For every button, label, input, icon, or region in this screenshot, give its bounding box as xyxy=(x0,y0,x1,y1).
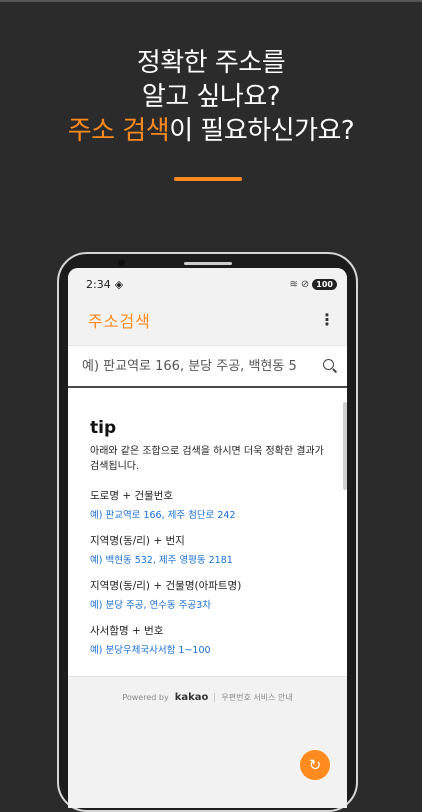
footer-separator xyxy=(214,692,216,702)
search-bar xyxy=(68,345,347,388)
refresh-button[interactable]: ↻ xyxy=(300,750,330,780)
more-vert-icon[interactable]: ⋮ xyxy=(319,312,335,328)
tip-description: 아래와 같은 조합으로 검색을 하시면 더욱 정확한 결과가 검색됩니다. xyxy=(90,446,324,472)
hero-line-2: 알고 싶나요? xyxy=(141,82,281,112)
example-label-pobox: 사서함명 + 번호 xyxy=(90,625,164,637)
tip-title: tip xyxy=(90,418,117,438)
battery-icon: 100 xyxy=(312,278,337,290)
speaker-grille xyxy=(184,262,232,265)
example-label-road: 도로명 + 건물번호 xyxy=(90,490,174,502)
scrollbar[interactable] xyxy=(343,402,347,490)
example-label-lot: 지역명(동/리) + 번지 xyxy=(90,535,185,547)
footer: Powered by kakao 우편번호 서비스 안내 xyxy=(68,676,347,717)
hero-text: 정확한 주소를 알고 싶나요? 주소 검색이 필요하신가요? xyxy=(0,46,422,148)
front-camera xyxy=(118,259,125,266)
hero-accent-divider xyxy=(174,177,242,181)
example-value-building: 예) 분당 주공, 연수동 주공3차 xyxy=(90,600,211,611)
hero-accent-text: 주소 검색 xyxy=(67,116,170,146)
powered-by-label: Powered by xyxy=(122,692,169,702)
app-title: 주소검색 xyxy=(88,312,151,331)
sync-icon: ◈ xyxy=(114,277,124,291)
kakao-logo: kakao xyxy=(174,691,209,703)
tip-panel: tip 아래와 같은 조합으로 검색을 하시면 더욱 정확한 결과가 검색됩니다… xyxy=(68,388,347,676)
refresh-icon: ↻ xyxy=(308,756,322,774)
wifi-icon: ≋ xyxy=(289,278,298,290)
hero-line-3-rest: 이 필요하신가요? xyxy=(169,116,355,146)
search-icon[interactable] xyxy=(323,359,337,373)
search-input[interactable] xyxy=(80,357,317,375)
top-divider xyxy=(0,0,422,2)
example-label-building: 지역명(동/리) + 건물명(아파트명) xyxy=(90,580,242,592)
hero-line-1: 정확한 주소를 xyxy=(136,48,286,78)
example-value-road: 예) 판교역로 166, 제주 첨단로 242 xyxy=(90,510,236,521)
hero-line-3: 주소 검색이 필요하신가요? xyxy=(0,114,422,148)
example-value-pobox: 예) 분당우체국사서함 1~100 xyxy=(90,645,211,656)
dnd-icon: ⊘ xyxy=(300,278,310,290)
app-bar: 주소검색 ⋮ xyxy=(68,300,347,340)
example-value-lot: 예) 백현동 532, 제주 영평동 2181 xyxy=(90,555,233,566)
status-time: 2:34 xyxy=(86,277,111,291)
service-info-link[interactable]: 우편번호 서비스 안내 xyxy=(221,692,292,703)
phone-screen: 2:34 ◈ ≋ ⊘ 100 주소검색 ⋮ tip 아래와 같은 조합으로 검색… xyxy=(68,268,347,808)
status-bar: 2:34 ◈ ≋ ⊘ 100 xyxy=(68,268,347,300)
